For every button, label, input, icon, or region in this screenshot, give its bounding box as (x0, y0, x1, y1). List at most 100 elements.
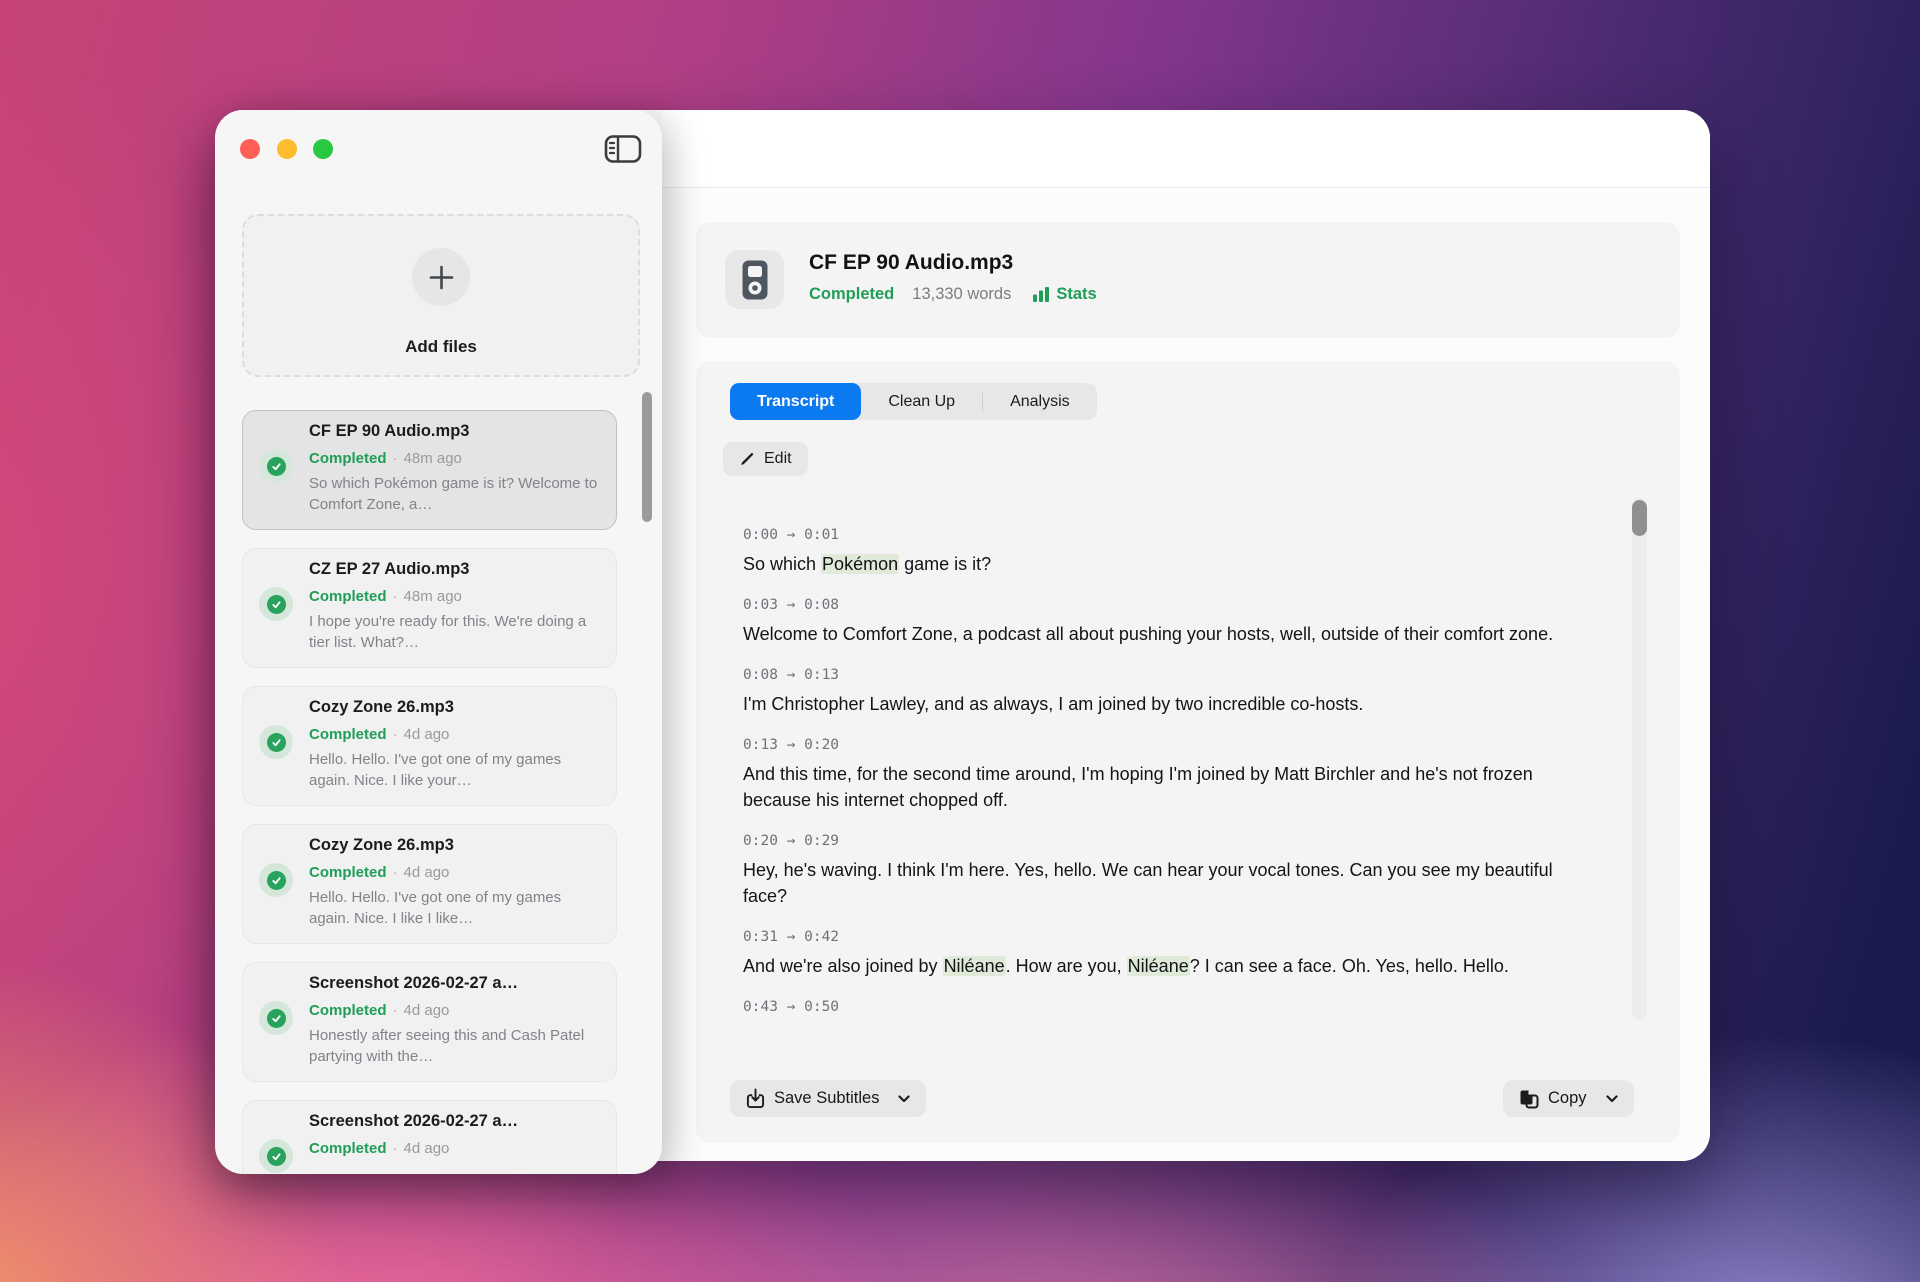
file-item-status: Completed (309, 450, 387, 467)
file-item-meta: Completed · 48m ago (309, 450, 604, 467)
file-item-status: Completed (309, 864, 387, 881)
file-item-preview: So which Pokémon game is it? Welcome to … (309, 475, 598, 513)
completed-check-icon (259, 863, 293, 897)
file-item-status: Completed (309, 726, 387, 743)
segment-text: Welcome to Comfort Zone, a podcast all a… (743, 621, 1593, 647)
segment-text: And this time, for the second time aroun… (743, 761, 1593, 813)
segment-text-run: And this time, for the second time aroun… (743, 764, 1533, 810)
file-item-title: Screenshot 2026-02-27 a… (309, 974, 519, 992)
stats-label: Stats (1056, 285, 1097, 303)
segment-text-run: So which (743, 554, 822, 574)
save-subtitles-label: Save Subtitles (774, 1089, 880, 1107)
file-item-preview: Honestly after seeing this and Cash Pate… (309, 1027, 585, 1065)
file-item-status: Completed (309, 1002, 387, 1019)
file-item-preview: I hope you're ready for this. We're doin… (309, 613, 587, 651)
file-list-item[interactable]: Cozy Zone 26.mp3 Completed · 4d ago Hello. H… (242, 686, 617, 806)
highlighted-term: Niléane (1126, 956, 1190, 976)
highlighted-term: Pokémon (821, 554, 900, 574)
copy-button[interactable]: Copy (1503, 1080, 1634, 1117)
main-panel: CF EP 90 Audio.mp3 Completed 13,330 word… (662, 110, 1710, 1161)
sidebar-scrollbar[interactable] (642, 392, 652, 522)
segment-text-run: . How are you, (1005, 956, 1127, 976)
minimize-window-button[interactable] (277, 139, 297, 159)
file-list-item[interactable]: Cozy Zone 26.mp3 Completed · 4d ago Hello. H… (242, 824, 617, 944)
segment-timestamp: 0:00 → 0:01 (743, 527, 840, 543)
file-item-time: 48m ago (403, 450, 462, 467)
completed-check-icon (259, 449, 293, 483)
file-list-item[interactable]: Screenshot 2026-02-27 a… Completed · 4d ago (242, 1100, 617, 1174)
file-item-time: 4d ago (403, 1140, 450, 1157)
sidebar: Add files CF EP 90 Audio.mp3 Completed · 48… (215, 110, 662, 1174)
completed-check-icon (259, 587, 293, 621)
file-item-time: 4d ago (403, 726, 450, 743)
file-item-title: Screenshot 2026-02-27 a… (309, 1112, 519, 1130)
transcript-scroll-area[interactable]: 0:00 → 0:01 So which Pokémon game is it? 0… (743, 511, 1593, 1067)
segment-text: And we're also joined by Niléane. How ar… (743, 953, 1593, 979)
file-item-title: CF EP 90 Audio.mp3 (309, 422, 470, 440)
transcript-segment: 0:20 → 0:29 Hey, he's waving. I think I'm… (743, 832, 1593, 909)
file-item-title: Cozy Zone 26.mp3 (309, 698, 454, 716)
file-item-meta: Completed · 4d ago (309, 726, 604, 743)
tab-transcript[interactable]: Transcript (730, 383, 862, 420)
file-list-item[interactable]: CZ EP 27 Audio.mp3 Completed · 48m ago I hop… (242, 548, 617, 668)
sidebar-toggle-icon (603, 133, 643, 168)
audio-file-icon (725, 250, 784, 309)
edit-button[interactable]: Edit (723, 442, 808, 476)
add-files-dropzone[interactable]: Add files (242, 214, 640, 377)
chevron-down-icon (1605, 1094, 1618, 1103)
transcript-segment: 0:03 → 0:08 Welcome to Comfort Zone, a po… (743, 596, 1593, 647)
meta-separator: · (392, 450, 398, 467)
stats-button[interactable]: Stats (1033, 285, 1097, 304)
file-item-preview: Hello. Hello. I've got one of my games a… (309, 751, 562, 789)
file-item-title: CZ EP 27 Audio.mp3 (309, 560, 470, 578)
segment-timestamp: 0:03 → 0:08 (743, 597, 840, 613)
meta-separator: · (392, 1002, 398, 1019)
sidebar-toggle-button[interactable] (601, 133, 645, 167)
file-item-meta: Completed · 4d ago (309, 1002, 604, 1019)
completed-check-icon (259, 725, 293, 759)
segment-timestamp: 0:08 → 0:13 (743, 667, 840, 683)
file-title: CF EP 90 Audio.mp3 (809, 251, 1014, 274)
transcript-segment: 0:31 → 0:42 And we're also joined by Nilé… (743, 928, 1593, 979)
copy-label: Copy (1548, 1089, 1587, 1107)
transcript-card: Transcript Clean Up Analysis Edit 0:00 →… (696, 361, 1680, 1143)
transcript-segment: 0:00 → 0:01 So which Pokémon game is it? (743, 526, 1593, 577)
transcript-segment: 0:13 → 0:20 And this time, for the second… (743, 736, 1593, 813)
transcript-scrollbar-track[interactable] (1632, 498, 1647, 1020)
segment-timestamp: 0:13 → 0:20 (743, 737, 840, 753)
segment-timestamp: 0:43 → 0:50 (743, 999, 840, 1015)
segment-text-run: I'm Christopher Lawley, and as always, I… (743, 694, 1364, 714)
segment-text: I'm Christopher Lawley, and as always, I… (743, 691, 1593, 717)
meta-separator: · (392, 1140, 398, 1157)
file-list-item[interactable]: CF EP 90 Audio.mp3 Completed · 48m ago So wh… (242, 410, 617, 530)
save-icon (746, 1088, 765, 1109)
meta-separator: · (392, 588, 398, 605)
transcript-segment: 0:43 → 0:50 (743, 998, 1593, 1016)
file-item-meta: Completed · 4d ago (309, 1140, 604, 1157)
file-item-meta: Completed · 48m ago (309, 588, 604, 605)
segment-text: So which Pokémon game is it? (743, 551, 1593, 577)
edit-label: Edit (764, 450, 792, 467)
file-item-time: 4d ago (403, 1002, 450, 1019)
meta-separator: · (392, 726, 398, 743)
chevron-down-icon (898, 1094, 911, 1103)
file-list-item[interactable]: Screenshot 2026-02-27 a… Completed · 4d ago… (242, 962, 617, 1082)
file-status: Completed (809, 285, 895, 303)
app-window: Add files CF EP 90 Audio.mp3 Completed · 48… (215, 110, 1710, 1174)
add-files-label: Add files (405, 337, 477, 356)
tab-analysis[interactable]: Analysis (983, 383, 1097, 420)
tab-clean-up[interactable]: Clean Up (861, 383, 982, 420)
segment-text-run: game is it? (899, 554, 992, 574)
completed-check-icon (259, 1001, 293, 1035)
file-item-title: Cozy Zone 26.mp3 (309, 836, 454, 854)
highlighted-term: Niléane (942, 956, 1006, 976)
completed-check-icon (259, 1139, 293, 1173)
zoom-window-button[interactable] (313, 139, 333, 159)
close-window-button[interactable] (240, 139, 260, 159)
file-item-status: Completed (309, 1140, 387, 1157)
file-item-preview: Hello. Hello. I've got one of my games a… (309, 889, 562, 927)
segment-text: Hey, he's waving. I think I'm here. Yes,… (743, 857, 1593, 909)
transcript-scrollbar-thumb[interactable] (1632, 500, 1647, 536)
transcript-segment: 0:08 → 0:13 I'm Christopher Lawley, and a… (743, 666, 1593, 717)
save-subtitles-button[interactable]: Save Subtitles (730, 1080, 927, 1117)
